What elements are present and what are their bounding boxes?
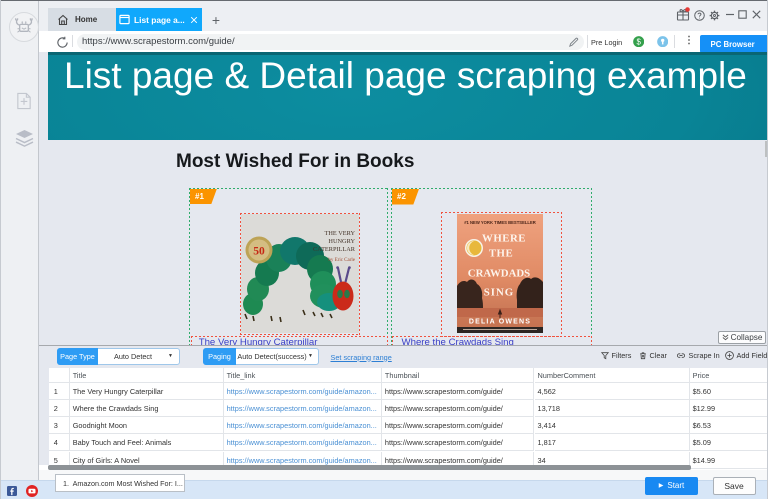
svg-text:#1 NEW YORK TIMES BESTSELLER: #1 NEW YORK TIMES BESTSELLER — [464, 220, 536, 225]
svg-text:WHERE: WHERE — [482, 233, 526, 245]
svg-text:$: $ — [637, 38, 642, 47]
svg-text:HUNGRY: HUNGRY — [328, 238, 355, 245]
svg-text:THE VERY: THE VERY — [325, 230, 356, 237]
svg-text:CATERPILLAR: CATERPILLAR — [313, 246, 356, 253]
svg-text:DELIA OWENS: DELIA OWENS — [469, 319, 531, 326]
svg-text:50: 50 — [253, 246, 265, 258]
svg-text:CRAWDADS: CRAWDADS — [468, 268, 530, 280]
svg-text:by Eric Carle: by Eric Carle — [328, 258, 355, 263]
svg-text:THE: THE — [489, 248, 513, 260]
svg-text:SING: SING — [484, 287, 514, 299]
